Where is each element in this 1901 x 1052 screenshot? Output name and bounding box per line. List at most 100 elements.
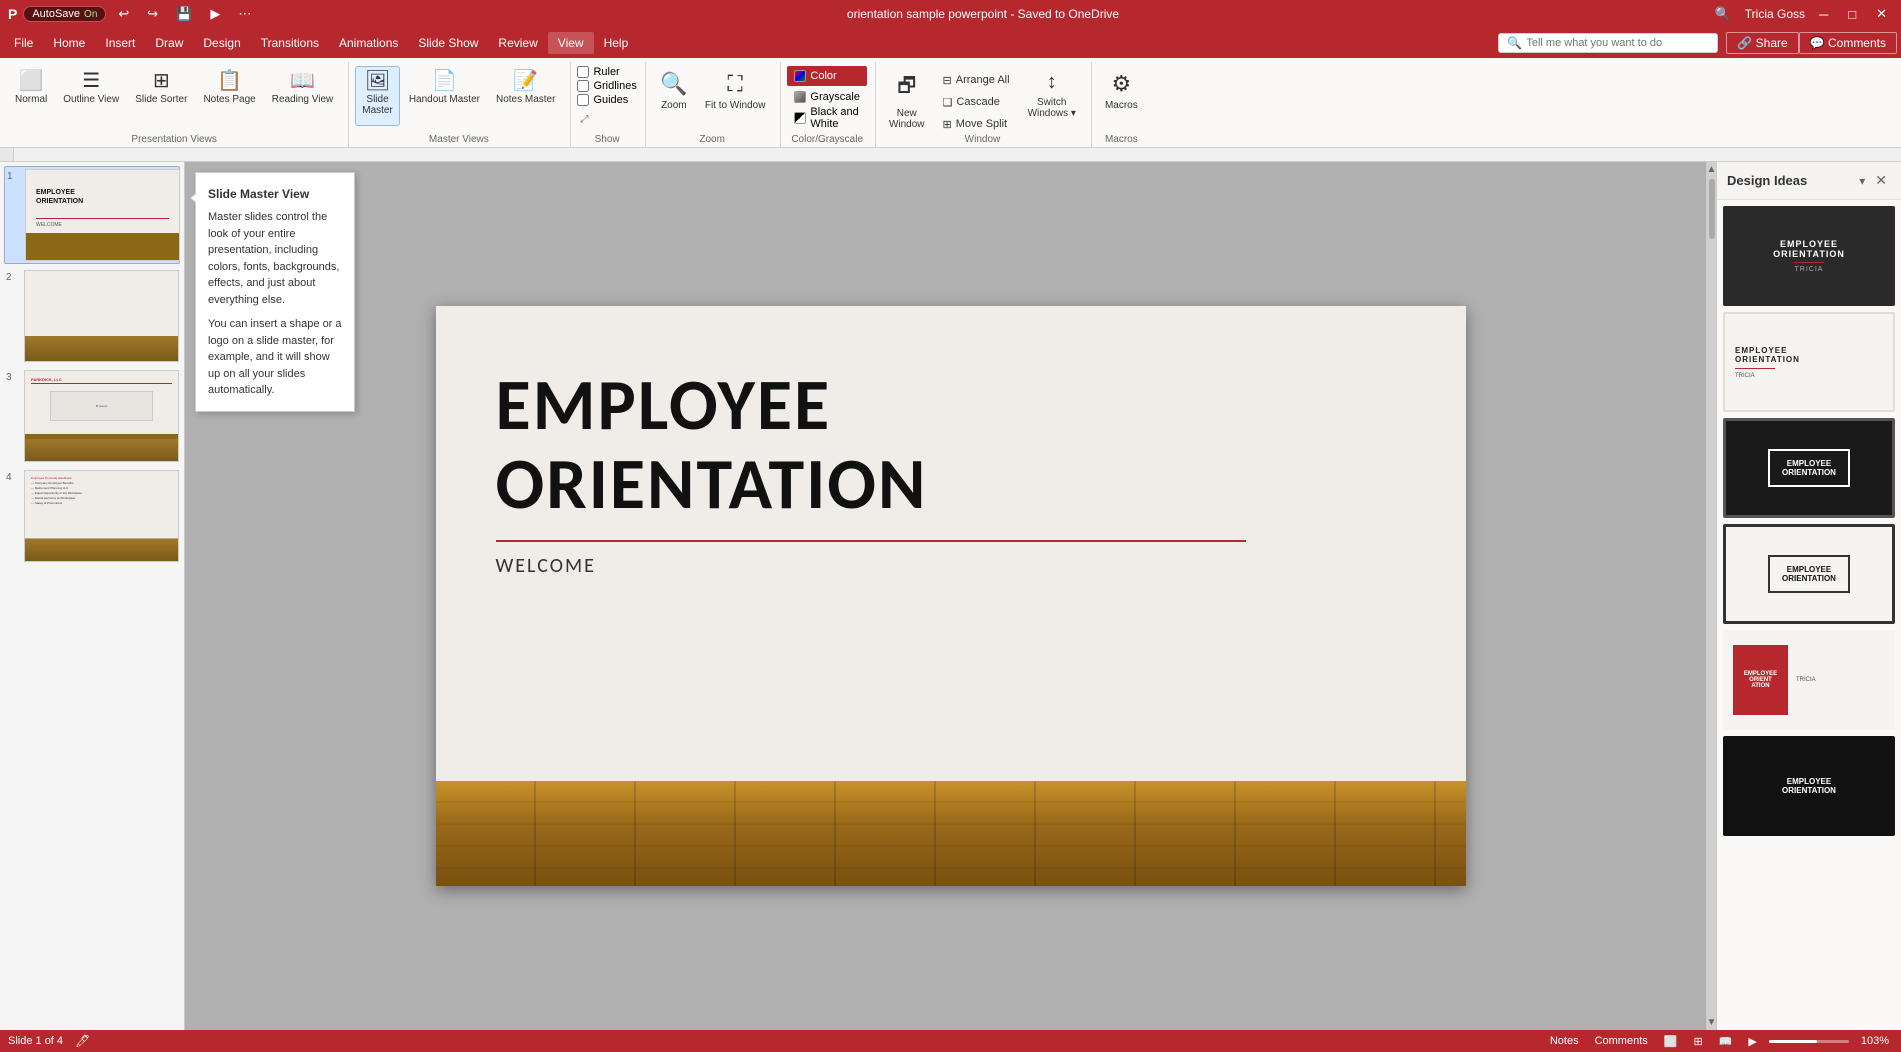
- right-scrollbar[interactable]: ▲ ▼: [1706, 162, 1716, 1030]
- slideshow-status-button[interactable]: ▶: [1744, 1034, 1760, 1049]
- slide-thumb-3[interactable]: 3 PARKDICK, LLC ⚙ Gears: [4, 368, 180, 464]
- scroll-up-arrow[interactable]: ▲: [1705, 162, 1716, 177]
- tooltip-line2: You can insert a shape or a logo on a sl…: [208, 316, 342, 399]
- notes-master-button[interactable]: 📝 Notes Master: [489, 66, 562, 126]
- fit-to-window-button[interactable]: ⛶ Fit to Window: [698, 66, 773, 126]
- main-slide[interactable]: EMPLOYEE ORIENTATION WELCOME: [436, 306, 1466, 886]
- window-buttons: 🗗 NewWindow ⊟ Arrange All ❑ Cascade ⊞ Mo…: [882, 62, 1083, 134]
- cascade-button[interactable]: ❑ Cascade: [936, 92, 1017, 112]
- slide-thumb-2[interactable]: 2: [4, 268, 180, 364]
- design-card-6[interactable]: EMPLOYEEORIENTATION: [1723, 736, 1895, 836]
- search-title-btn[interactable]: 🔍: [1709, 4, 1737, 24]
- undo-button[interactable]: ↩: [112, 4, 135, 24]
- search-input[interactable]: [1526, 37, 1709, 49]
- notes-page-button[interactable]: 📋 Notes Page: [196, 66, 262, 126]
- redo-button[interactable]: ↪: [141, 4, 164, 24]
- scroll-down-arrow[interactable]: ▼: [1705, 1015, 1716, 1030]
- slide-sorter-button[interactable]: ⊞ Slide Sorter: [128, 66, 194, 126]
- move-split-button[interactable]: ⊞ Move Split: [936, 114, 1017, 134]
- menu-design[interactable]: Design: [193, 32, 250, 54]
- reading-view-status-button[interactable]: 📖: [1715, 1034, 1737, 1049]
- bw-swatch: [794, 112, 806, 124]
- slide3-company: PARKDICK, LLC: [31, 377, 62, 382]
- search-icon: 🔍: [1507, 36, 1522, 50]
- design-card-4[interactable]: EMPLOYEEORIENTATION: [1723, 524, 1895, 624]
- close-button[interactable]: ✕: [1870, 4, 1893, 24]
- maximize-button[interactable]: □: [1842, 5, 1862, 24]
- scroll-track[interactable]: [1708, 179, 1716, 1013]
- color-group: Color Grayscale Black andWhite Color/Gra…: [783, 62, 876, 147]
- slide-preview-2: [24, 270, 179, 362]
- slide-panel[interactable]: 1 EMPLOYEEORIENTATION WELCOME 2 3 PARKDI…: [0, 162, 185, 1030]
- new-window-button[interactable]: 🗗 NewWindow: [882, 66, 932, 126]
- tooltip-title: Slide Master View: [208, 185, 342, 203]
- more-btn[interactable]: ⋯: [232, 4, 257, 24]
- gridlines-checkbox-row[interactable]: Gridlines: [577, 80, 636, 92]
- menu-file[interactable]: File: [4, 32, 43, 54]
- color-button[interactable]: Color: [787, 66, 867, 86]
- design-card-1[interactable]: EMPLOYEEORIENTATION TRICIA: [1723, 206, 1895, 306]
- main-layout: 1 EMPLOYEEORIENTATION WELCOME 2 3 PARKDI…: [0, 162, 1901, 1030]
- design-card-3[interactable]: EMPLOYEEORIENTATION: [1723, 418, 1895, 518]
- menu-review[interactable]: Review: [488, 32, 547, 54]
- design-card-5-sub: TRICIA: [1796, 677, 1816, 683]
- menu-view[interactable]: View: [548, 32, 594, 54]
- sorter-label: Slide Sorter: [135, 94, 187, 105]
- guides-checkbox-row[interactable]: Guides: [577, 94, 636, 106]
- reading-view-button[interactable]: 📖 Reading View: [265, 66, 341, 126]
- menu-animations[interactable]: Animations: [329, 32, 408, 54]
- design-card-1-text: EMPLOYEEORIENTATION TRICIA: [1773, 239, 1845, 273]
- switch-windows-button[interactable]: ↕ SwitchWindows ▾: [1021, 66, 1083, 126]
- menu-insert[interactable]: Insert: [95, 32, 145, 54]
- zoom-slider[interactable]: [1769, 1040, 1849, 1043]
- notes-master-icon: 📝: [513, 71, 538, 91]
- show-expand-icon[interactable]: ⤢: [577, 112, 591, 126]
- minimize-button[interactable]: ─: [1813, 5, 1834, 24]
- show-checkboxes: Ruler Gridlines Guides: [577, 62, 636, 106]
- menu-home[interactable]: Home: [43, 32, 95, 54]
- slide-sorter-status-button[interactable]: ⊞: [1689, 1034, 1706, 1049]
- macros-label: Macros: [1105, 100, 1138, 111]
- macros-button[interactable]: ⚙ Macros: [1098, 66, 1145, 126]
- menu-transitions[interactable]: Transitions: [251, 32, 329, 54]
- search-bar[interactable]: 🔍: [1498, 33, 1718, 53]
- status-left: Slide 1 of 4 🖊: [8, 1034, 90, 1048]
- slide-thumb-4[interactable]: 4 Employee Personal Handbook — Company E…: [4, 468, 180, 564]
- zoom-level-button[interactable]: 103%: [1857, 1034, 1893, 1048]
- new-window-icon: 🗗: [897, 71, 916, 105]
- menu-draw[interactable]: Draw: [145, 32, 193, 54]
- comments-button[interactable]: 💬 Comments: [1799, 32, 1897, 54]
- gridlines-checkbox[interactable]: [577, 80, 589, 92]
- design-card-2[interactable]: EMPLOYEEORIENTATION TRICIA: [1723, 312, 1895, 412]
- design-card-5[interactable]: EMPLOYEEORIENTATION TRICIA: [1723, 630, 1895, 730]
- menu-help[interactable]: Help: [594, 32, 639, 54]
- comments-status-button[interactable]: Comments: [1591, 1034, 1652, 1048]
- color-options: Color Grayscale Black andWhite: [787, 62, 867, 128]
- share-button[interactable]: 🔗 Share: [1726, 32, 1798, 54]
- ruler-checkbox-row[interactable]: Ruler: [577, 66, 636, 78]
- menu-slideshow[interactable]: Slide Show: [408, 32, 488, 54]
- present-button[interactable]: ▶: [204, 4, 226, 24]
- save-button[interactable]: 💾: [170, 4, 198, 24]
- autosave-toggle[interactable]: AutoSave On: [23, 6, 106, 22]
- slide1-text: EMPLOYEEORIENTATION: [36, 188, 83, 206]
- slide-main-title: EMPLOYEE ORIENTATION: [496, 366, 1406, 524]
- slide-master-button[interactable]: 🖼 SlideMaster: [355, 66, 400, 126]
- ruler-checkbox[interactable]: [577, 66, 589, 78]
- outline-view-button[interactable]: ☰ Outline View: [56, 66, 126, 126]
- design-ideas-close[interactable]: ✕: [1871, 170, 1891, 191]
- arrange-all-button[interactable]: ⊟ Arrange All: [936, 70, 1017, 90]
- handout-icon: 📄: [432, 71, 457, 91]
- slide-thumb-1[interactable]: 1 EMPLOYEEORIENTATION WELCOME: [4, 166, 180, 264]
- guides-checkbox[interactable]: [577, 94, 589, 106]
- handout-master-button[interactable]: 📄 Handout Master: [402, 66, 487, 126]
- grayscale-button[interactable]: Grayscale: [787, 87, 867, 107]
- zoom-button[interactable]: 🔍 Zoom: [652, 66, 696, 126]
- black-white-button[interactable]: Black andWhite: [787, 108, 867, 128]
- design-ideas-chevron[interactable]: ▾: [1857, 172, 1867, 190]
- canvas-area: Slide Master View Master slides control …: [185, 162, 1716, 1030]
- notes-status-button[interactable]: Notes: [1546, 1034, 1583, 1048]
- normal-view-status-button[interactable]: ⬜: [1660, 1034, 1682, 1049]
- normal-view-button[interactable]: ⬜ Normal: [8, 66, 54, 126]
- design-ideas-content[interactable]: EMPLOYEEORIENTATION TRICIA EMPLOYEEORIEN…: [1717, 200, 1901, 1030]
